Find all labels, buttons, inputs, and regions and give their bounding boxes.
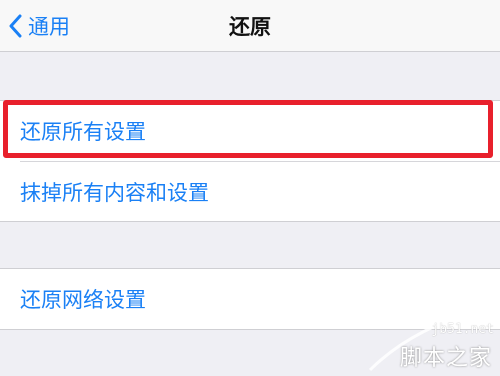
erase-all-content-settings-row[interactable]: 抹掉所有内容和设置 bbox=[0, 162, 500, 221]
watermark-domain: jb51.net bbox=[431, 322, 494, 337]
highlight-box bbox=[3, 100, 493, 158]
page-title: 还原 bbox=[229, 15, 271, 39]
navigation-bar: 通用 还原 bbox=[0, 0, 500, 52]
watermark-brand: 脚本之家 bbox=[399, 346, 492, 371]
